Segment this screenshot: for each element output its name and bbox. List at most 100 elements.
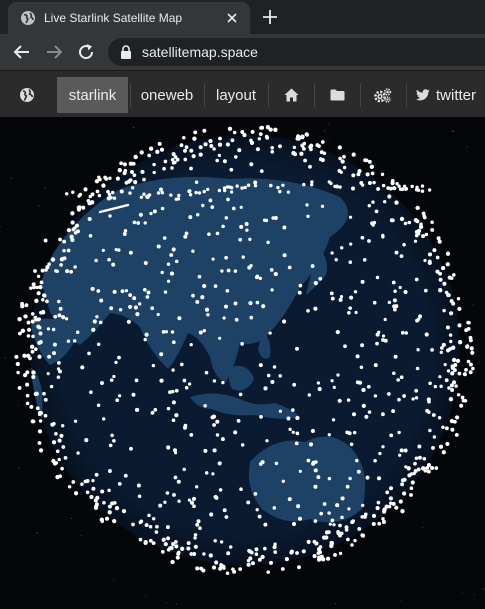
satellite-dot (432, 435, 437, 439)
close-icon[interactable] (224, 10, 240, 26)
satellite-dot (213, 284, 218, 288)
address-bar[interactable]: satellitemap.space (108, 38, 485, 66)
satellite-dot (132, 296, 137, 301)
satellite-dot (107, 469, 112, 473)
satellite-dot (337, 145, 342, 150)
satellite-dot (361, 403, 366, 408)
satellite-dot (122, 232, 127, 236)
nav-divider (406, 83, 407, 107)
satellite-dot (316, 547, 322, 552)
satellite-dot (123, 229, 128, 233)
globe-canvas[interactable] (0, 117, 485, 609)
satellite-dot (59, 433, 64, 438)
satellite-dot (144, 523, 149, 528)
satellite-dot (391, 280, 396, 285)
nav-globe-button[interactable] (10, 77, 44, 113)
nav-oneweb[interactable]: oneweb (131, 77, 203, 113)
satellite-dot (47, 354, 52, 359)
satellite-dot (291, 521, 297, 527)
satellite-map[interactable] (0, 117, 485, 609)
satellite-dot (327, 433, 331, 437)
satellite-dot (444, 378, 449, 383)
satellite-dot (367, 410, 372, 414)
satellite-dot (155, 149, 160, 154)
satellite-dot (403, 448, 408, 453)
nav-folder-button[interactable] (315, 77, 359, 113)
nav-starlink[interactable]: starlink (57, 77, 128, 113)
satellite-dot (22, 353, 27, 358)
star (414, 207, 416, 209)
satellite-dot (87, 351, 91, 356)
satellite-dot (143, 337, 147, 342)
satellite-dot (132, 220, 137, 225)
satellite-dot (135, 312, 140, 317)
satellite-dot (385, 490, 390, 495)
satellite-dot (244, 221, 249, 227)
satellite-dot (174, 544, 179, 549)
nav-settings-button[interactable] (361, 77, 405, 113)
satellite-dot (350, 543, 354, 547)
browser-tab[interactable]: Live Starlink Satellite Map (8, 2, 250, 34)
satellite-dot (228, 185, 232, 189)
satellite-dot (342, 154, 346, 159)
satellite-dot (411, 397, 415, 401)
satellite-dot (202, 128, 207, 133)
satellite-dot (270, 288, 274, 292)
satellite-dot (108, 214, 112, 218)
satellite-dot (413, 469, 418, 473)
satellite-dot (430, 227, 435, 232)
reload-icon[interactable] (76, 42, 96, 62)
satellite-dot (310, 264, 315, 269)
satellite-dot (413, 217, 419, 223)
satellite-dot (137, 302, 142, 306)
satellite-dot (414, 277, 419, 282)
satellite-dot (331, 418, 336, 422)
satellite-dot (398, 285, 402, 290)
star (17, 404, 20, 406)
nav-layout[interactable]: layout (205, 77, 267, 113)
satellite-dot (117, 168, 122, 173)
nav-twitter-label: twitter (436, 86, 477, 104)
satellite-dot (399, 375, 404, 380)
star (202, 593, 204, 595)
satellite-dot (450, 388, 455, 392)
satellite-dot (319, 511, 324, 516)
satellite-dot (191, 293, 195, 298)
forward-icon[interactable] (44, 42, 64, 62)
satellite-dot (184, 385, 189, 390)
back-icon[interactable] (12, 42, 32, 62)
plus-icon[interactable] (261, 8, 279, 26)
star (400, 599, 402, 601)
satellite-dot (371, 200, 375, 204)
satellite-dot (222, 159, 227, 164)
satellite-dot (416, 228, 422, 233)
satellite-dot (179, 143, 184, 148)
satellite-dot (442, 308, 446, 313)
satellite-dot (278, 144, 282, 149)
satellite-dot (222, 316, 226, 320)
satellite-dot (96, 403, 101, 408)
satellite-dot (239, 205, 243, 209)
satellite-dot (467, 320, 471, 325)
satellite-dot (59, 263, 63, 267)
satellite-dot (428, 381, 432, 386)
satellite-dot (196, 519, 201, 524)
satellite-dot (422, 215, 427, 220)
satellite-dot (151, 363, 156, 368)
satellite-dot (15, 362, 20, 367)
satellite-dot (348, 260, 353, 264)
satellite-dot (154, 530, 159, 534)
satellite-dot (70, 220, 75, 225)
nav-twitter[interactable]: twitter (416, 77, 485, 113)
satellite-dot (253, 180, 258, 185)
nav-home-button[interactable] (269, 77, 313, 113)
satellite-dot (347, 507, 351, 511)
satellite-dot (314, 460, 318, 464)
satellite-dot (281, 479, 285, 483)
satellite-dot (163, 500, 167, 504)
satellite-dot (61, 445, 66, 449)
satellite-dot (257, 137, 262, 141)
satellite-dot (183, 157, 188, 162)
satellite-dot (163, 159, 168, 164)
satellite-dot (122, 171, 127, 176)
